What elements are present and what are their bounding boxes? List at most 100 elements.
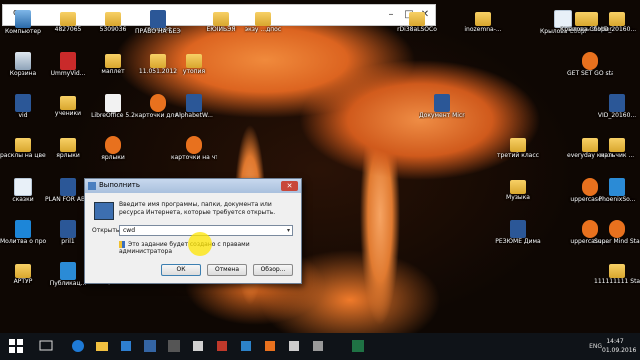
- desktop-icon[interactable]: Крылова Сборник ...: [560, 10, 606, 33]
- word-icon: [609, 94, 625, 112]
- desktop-icon[interactable]: маплет: [90, 52, 136, 75]
- desktop-icon[interactable]: утопия: [171, 52, 217, 75]
- desktop-icon[interactable]: UmmyVid...: [45, 52, 91, 77]
- desktop-icon[interactable]: ЕЮЇЙЬЭЯ: [198, 10, 244, 33]
- taskbar: ENG 14:47 01.09.2016: [0, 333, 640, 360]
- desktop-icon-label: ярлыки: [56, 152, 80, 159]
- word-icon: [186, 94, 202, 112]
- desktop-icon[interactable]: inozemna-...: [460, 10, 506, 33]
- run-description: Введите имя программы, папки, документа …: [119, 201, 276, 216]
- desktop-icon[interactable]: АРТУР: [0, 262, 46, 285]
- desktop-icon[interactable]: Документ Microso...: [419, 94, 465, 119]
- desktop-icon-label: АРТУР: [13, 278, 33, 285]
- word-icon: [510, 220, 526, 238]
- app-icon[interactable]: [262, 338, 278, 354]
- run-dialog-titlebar[interactable]: Выполнить ✕: [85, 179, 301, 193]
- desktop-icon-label: расклы на цветном: [0, 152, 46, 159]
- desktop-icon[interactable]: PhoenixSo...: [594, 178, 640, 203]
- open-label: Открыть:: [92, 227, 122, 234]
- desktop-icon[interactable]: расклы на цветном: [0, 136, 46, 159]
- desktop-icon-label: мальчик ...: [599, 152, 635, 159]
- app-icon[interactable]: [166, 338, 182, 354]
- computer-icon: [15, 10, 31, 28]
- word-icon: [60, 178, 76, 196]
- folder-icon: [510, 138, 526, 152]
- desktop-icon-label: Документ Microso...: [419, 112, 465, 119]
- desktop-icon-label: inozemna-...: [464, 26, 502, 33]
- desktop-icon[interactable]: третий класс: [495, 136, 541, 159]
- open-input-value: cwd: [123, 227, 136, 234]
- run-dialog[interactable]: Выполнить ✕ Введите имя программы, папки…: [84, 178, 302, 284]
- desktop-icon-label: UmmyVid...: [50, 70, 86, 77]
- app-icon[interactable]: [286, 338, 302, 354]
- windows-start-icon[interactable]: [8, 338, 24, 354]
- desktop-icon[interactable]: 111111111 Starter: [594, 262, 640, 285]
- folder-icon: [186, 54, 202, 68]
- desktop-icon[interactable]: ярлыки: [45, 136, 91, 159]
- desktop-icon[interactable]: Музыка: [495, 178, 541, 201]
- desktop-icon[interactable]: сказки: [0, 178, 46, 203]
- cancel-button[interactable]: Отмена: [207, 264, 247, 276]
- folder-icon: [213, 12, 229, 26]
- app-icon[interactable]: [190, 338, 206, 354]
- excel-icon[interactable]: [350, 338, 366, 354]
- windows-media-icon[interactable]: [142, 338, 158, 354]
- desktop-icon-label: VID_20160...: [597, 112, 637, 119]
- browse-button[interactable]: Обзор...: [253, 264, 293, 276]
- desktop-icon[interactable]: Super Mind Starter: [594, 220, 640, 245]
- clock[interactable]: 14:47 01.09.2016: [602, 337, 637, 355]
- desktop-icon[interactable]: ПРАВО НА БЕЗОПАСТ...: [135, 10, 181, 35]
- desktop-icon-label: Компьютер: [5, 28, 41, 35]
- app-icon[interactable]: [310, 338, 326, 354]
- orange-icon: [582, 52, 598, 70]
- admin-note-text: Это задание будет создано с правами адми…: [119, 241, 250, 255]
- folder-icon: [105, 54, 121, 68]
- close-button[interactable]: ✕: [281, 181, 298, 191]
- desktop-icon[interactable]: rDi38aLSOCo: [394, 10, 440, 33]
- ok-button[interactable]: ОК: [161, 264, 201, 276]
- desktop-icon[interactable]: экзу ...дпос: [240, 10, 286, 33]
- desktop-icon[interactable]: мальчик ...: [594, 136, 640, 159]
- orange-icon: [150, 94, 166, 112]
- desktop-icon[interactable]: РЕЗЮМЕ Дима: [495, 220, 541, 245]
- language-indicator[interactable]: ENG: [589, 343, 602, 350]
- folder-icon: [475, 12, 491, 26]
- desktop-icon[interactable]: 5309036: [90, 10, 136, 33]
- desktop-icon[interactable]: GET SET GO starter: [567, 52, 613, 77]
- word-icon: [15, 94, 31, 112]
- word-icon: [434, 94, 450, 112]
- file-explorer-icon[interactable]: [94, 338, 110, 354]
- word-icon: [150, 10, 166, 28]
- desktop-icon[interactable]: VID_20160...: [594, 94, 640, 119]
- app-icon[interactable]: [238, 338, 254, 354]
- task-view-icon[interactable]: [38, 338, 54, 354]
- desktop-icon[interactable]: Компьютер: [0, 10, 46, 35]
- folder-icon: [609, 12, 625, 26]
- cursor-highlight: [188, 232, 212, 256]
- desktop-icon-label: 5309036: [99, 26, 127, 33]
- desktop-icon[interactable]: Молитва о прощении: [0, 220, 46, 245]
- desktop-icon[interactable]: ученики: [45, 94, 91, 117]
- desktop-icon-label: РЕЗЮМЕ Дима: [495, 238, 541, 245]
- app-icon[interactable]: [214, 338, 230, 354]
- folder-icon: [105, 12, 121, 26]
- desktop-icon[interactable]: Корзина: [0, 52, 46, 77]
- folder-icon: [255, 12, 271, 26]
- desktop-icon[interactable]: LibreOffice 5.2: [90, 94, 136, 119]
- desktop-icon[interactable]: AlphabetW...: [171, 94, 217, 119]
- desktop-icon-label: rDi38aLSOCo: [397, 26, 437, 33]
- music-icon: [15, 220, 31, 238]
- desktop-icon[interactable]: vid: [0, 94, 46, 119]
- desktop-icon[interactable]: 4827065: [45, 10, 91, 33]
- desktop-icon-label: утопия: [182, 68, 206, 75]
- edge-icon[interactable]: [70, 338, 86, 354]
- folder-icon: [409, 12, 425, 26]
- desktop-icon-label: Super Mind Starter: [594, 238, 640, 245]
- clock-date: 01.09.2016: [602, 347, 637, 354]
- chevron-down-icon[interactable]: ▾: [287, 226, 290, 235]
- store-icon[interactable]: [118, 338, 134, 354]
- desktop-icon[interactable]: ярлыки: [90, 136, 136, 161]
- desktop-icon[interactable]: карточки на чтение: [171, 136, 217, 161]
- folder-icon: [60, 138, 76, 152]
- desktop-icon-label: 4827065: [54, 26, 82, 33]
